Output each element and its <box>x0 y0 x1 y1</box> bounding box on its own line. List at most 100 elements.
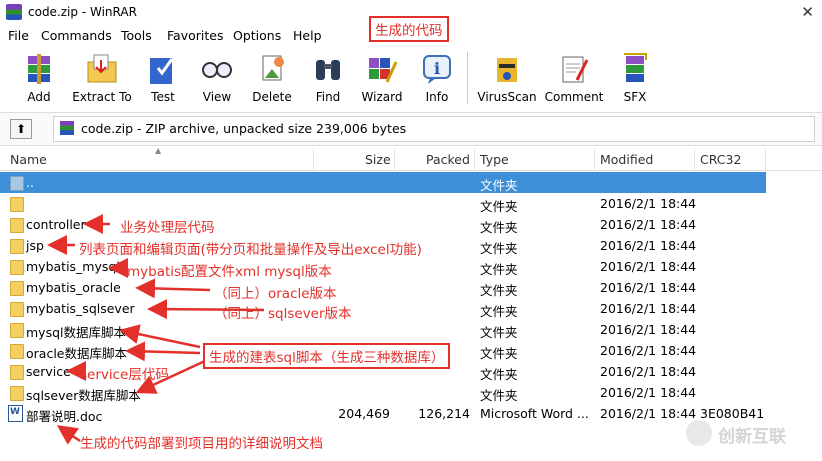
file-type: 文件夹 <box>480 262 518 277</box>
extract-to-label: Extract To <box>72 90 132 104</box>
menu-tools[interactable]: Tools <box>121 28 152 43</box>
comment-button[interactable]: Comment <box>542 48 606 104</box>
table-row[interactable]: sqlsever数据库脚本 文件夹 2016/2/1 18:44 <box>0 382 766 403</box>
file-name: .. <box>26 175 34 190</box>
table-row[interactable]: mybatis_sqlsever 文件夹 2016/2/1 18:44 <box>0 298 766 319</box>
file-type: 文件夹 <box>480 178 518 193</box>
info-label: Info <box>425 90 449 104</box>
virusscan-button[interactable]: VirusScan <box>475 48 539 104</box>
toolbar: Add Extract To Test View Delete Find Wiz… <box>0 48 822 110</box>
svg-text:i: i <box>434 59 440 78</box>
menu-help[interactable]: Help <box>293 28 322 43</box>
file-modified: 2016/2/1 18:44 <box>600 238 697 253</box>
folder-icon <box>10 302 24 317</box>
service-annotation: service层代码 <box>80 367 169 383</box>
column-header: ▲ Name Size Packed Type Modified CRC32 <box>0 146 822 171</box>
generated-code-callout: 生成的代码 <box>369 16 449 42</box>
column-size[interactable]: Size <box>365 152 391 167</box>
test-icon <box>146 52 180 86</box>
column-packed[interactable]: Packed <box>426 152 470 167</box>
file-type: 文件夹 <box>480 199 518 214</box>
archive-icon <box>60 121 74 135</box>
file-name: 部署说明.doc <box>26 409 103 424</box>
file-name: jsp <box>26 238 44 253</box>
file-packed: 126,214 <box>418 406 470 421</box>
wizard-icon <box>365 52 399 86</box>
folder-icon <box>10 344 24 359</box>
column-divider <box>694 148 695 170</box>
file-modified: 2016/2/1 18:44 <box>600 196 697 211</box>
sfx-icon <box>618 52 652 86</box>
virusscan-icon <box>490 52 524 86</box>
table-row[interactable]: .. 文件夹 <box>0 172 766 193</box>
delete-button[interactable]: Delete <box>240 48 304 104</box>
sfx-label: SFX <box>623 90 647 104</box>
parent-folder-icon <box>10 176 24 191</box>
watermark-logo-icon <box>686 420 712 446</box>
file-name: mybatis_sqlsever <box>26 301 135 316</box>
oracle-annotation: （同上）oracle版本 <box>214 286 337 302</box>
file-name: sqlsever数据库脚本 <box>26 388 141 403</box>
column-crc32[interactable]: CRC32 <box>700 152 741 167</box>
file-modified: 2016/2/1 18:44 <box>600 259 697 274</box>
table-row[interactable]: mybatis_mysql 文件夹 2016/2/1 18:44 <box>0 256 766 277</box>
column-divider <box>765 148 766 170</box>
comment-pen-icon <box>557 52 591 86</box>
delete-icon <box>255 52 289 86</box>
window-title: code.zip - WinRAR <box>28 5 137 19</box>
address-field[interactable]: code.zip - ZIP archive, unpacked size 23… <box>53 116 815 142</box>
extract-to-button[interactable]: Extract To <box>70 48 134 104</box>
menu-options[interactable]: Options <box>233 28 281 43</box>
folder-icon <box>10 386 24 401</box>
folder-icon <box>10 281 24 296</box>
sql-script-callout: 生成的建表sql脚本（生成三种数据库） <box>203 343 451 369</box>
table-row[interactable]: 文件夹 2016/2/1 18:44 <box>0 193 766 214</box>
column-divider <box>313 148 314 170</box>
table-row[interactable]: mysql数据库脚本 文件夹 2016/2/1 18:44 <box>0 319 766 340</box>
file-type: 文件夹 <box>480 283 518 298</box>
doc-annotation: 生成的代码部署到项目用的详细说明文档 <box>80 436 323 452</box>
word-document-icon <box>8 405 23 422</box>
file-type: 文件夹 <box>480 220 518 235</box>
file-type: 文件夹 <box>480 367 518 382</box>
file-name: oracle数据库脚本 <box>26 346 127 361</box>
folder-icon <box>10 323 24 338</box>
jsp-annotation: 列表页面和编辑页面(带分页和批量操作及导出excel功能) <box>79 242 422 258</box>
address-bar: ⬆ code.zip - ZIP archive, unpacked size … <box>0 112 822 146</box>
comment-label: Comment <box>544 90 604 104</box>
table-row[interactable]: controller 文件夹 2016/2/1 18:44 <box>0 214 766 235</box>
find-binoculars-icon <box>311 52 345 86</box>
file-type: 文件夹 <box>480 304 518 319</box>
controller-annotation: 业务处理层代码 <box>120 220 215 236</box>
file-name: controller <box>26 217 86 232</box>
close-button[interactable]: ✕ <box>801 3 814 21</box>
folder-icon <box>10 239 24 254</box>
file-name: mybatis_mysql <box>26 259 120 274</box>
menu-favorites[interactable]: Favorites <box>167 28 223 43</box>
winrar-app-icon <box>6 4 22 20</box>
file-type: Microsoft Word ... <box>480 406 589 421</box>
mysql-annotation: mybatis配置文件xml mysql版本 <box>127 264 332 280</box>
address-text: code.zip - ZIP archive, unpacked size 23… <box>81 121 407 136</box>
table-row[interactable]: mybatis_oracle 文件夹 2016/2/1 18:44 <box>0 277 766 298</box>
file-modified: 2016/2/1 18:44 <box>600 364 697 379</box>
column-type[interactable]: Type <box>480 152 509 167</box>
virusscan-label: VirusScan <box>477 90 537 104</box>
file-modified: 2016/2/1 18:44 <box>600 301 697 316</box>
folder-icon <box>10 260 24 275</box>
up-folder-button[interactable]: ⬆ <box>10 119 32 139</box>
menu-file[interactable]: File <box>8 28 29 43</box>
add-label: Add <box>27 90 51 104</box>
column-modified[interactable]: Modified <box>600 152 653 167</box>
column-divider <box>394 148 395 170</box>
table-row[interactable]: 部署说明.doc 204,469 126,214 Microsoft Word ...… <box>0 403 766 424</box>
extract-folder-icon <box>85 52 119 86</box>
add-button[interactable]: Add <box>7 48 71 104</box>
sfx-button[interactable]: SFX <box>603 48 667 104</box>
info-button[interactable]: i Info <box>405 48 469 104</box>
menu-commands[interactable]: Commands <box>41 28 112 43</box>
file-modified: 2016/2/1 18:44 <box>600 343 697 358</box>
file-modified: 2016/2/1 18:44 <box>600 217 697 232</box>
file-modified: 2016/2/1 18:44 <box>600 280 697 295</box>
column-name[interactable]: Name <box>10 152 47 167</box>
